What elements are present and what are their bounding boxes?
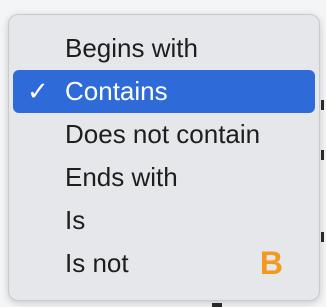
- background-edge-mark: [321, 150, 324, 160]
- menu-item-begins-with[interactable]: Begins with: [13, 27, 315, 70]
- menu-item-label: Ends with: [65, 162, 178, 192]
- screenshot-stage: Begins with ✓ Contains Does not contain …: [0, 0, 326, 307]
- menu-item-label: Is not: [65, 248, 129, 278]
- menu-item-does-not-contain[interactable]: Does not contain: [13, 113, 315, 156]
- menu-item-is[interactable]: Is: [13, 199, 315, 242]
- background-edge-mark: [321, 100, 324, 110]
- background-edge-mark: [321, 232, 324, 242]
- match-type-dropdown-menu: Begins with ✓ Contains Does not contain …: [8, 14, 320, 301]
- menu-item-label: Is: [65, 205, 86, 235]
- background-edge-mark: [212, 303, 222, 307]
- menu-item-label: Contains: [65, 76, 168, 106]
- menu-item-label: Does not contain: [65, 119, 261, 149]
- menu-item-label: Begins with: [65, 33, 198, 63]
- menu-item-contains[interactable]: ✓ Contains: [13, 70, 315, 113]
- checkmark-icon: ✓: [27, 76, 49, 106]
- menu-item-ends-with[interactable]: Ends with: [13, 156, 315, 199]
- annotation-badge: B: [259, 245, 283, 281]
